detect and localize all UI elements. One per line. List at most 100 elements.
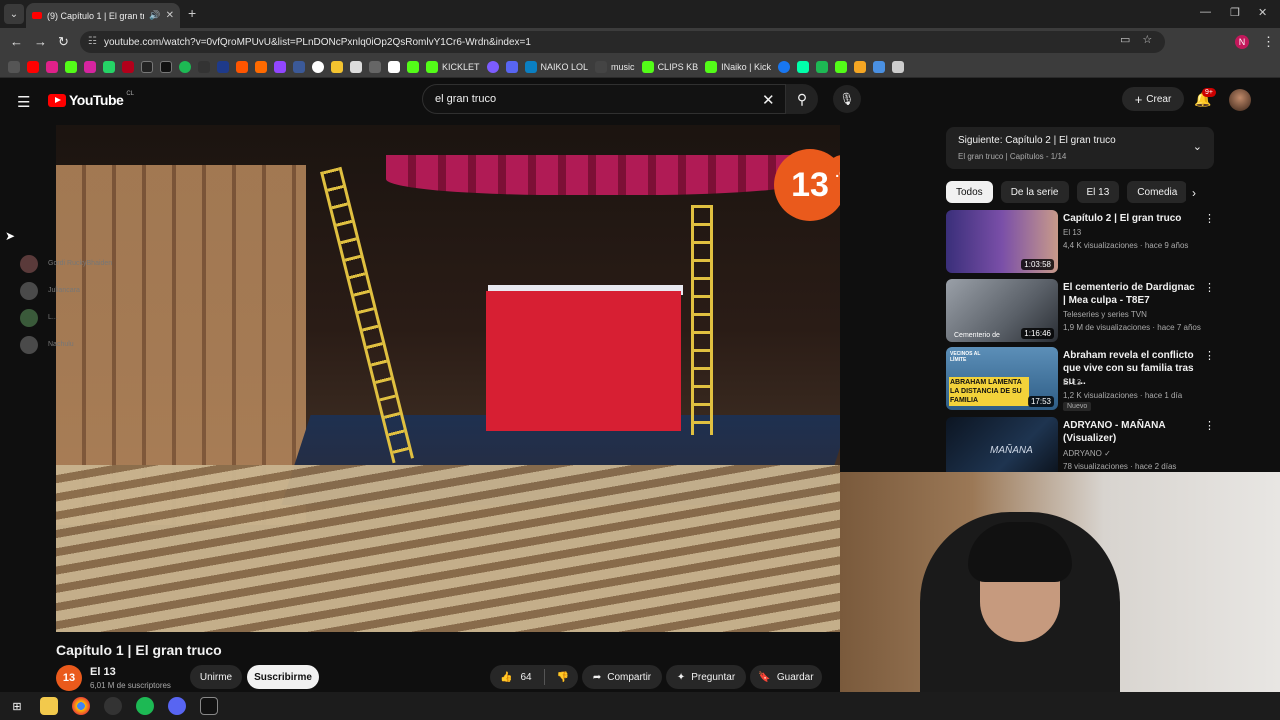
clear-search-icon[interactable]: ✕ — [762, 91, 775, 109]
bookmark-kick-icon[interactable] — [65, 60, 77, 73]
reload-button[interactable]: ↻ — [58, 34, 69, 50]
hamburger-menu-icon[interactable]: ☰ — [17, 93, 30, 111]
join-button[interactable]: Unirme — [190, 665, 242, 689]
more-options-icon[interactable]: ⋮ — [1204, 281, 1215, 294]
app-icon[interactable] — [104, 697, 122, 715]
bookmark-icon[interactable] — [122, 60, 134, 73]
recommendation-item[interactable]: MAÑANA ADRYANO - MAÑANA (Visualizer) ADR… — [946, 417, 1214, 472]
bookmark-inaiko-kick[interactable]: INaiko | Kick — [705, 60, 771, 73]
bookmark-music[interactable]: music — [595, 60, 635, 73]
create-button[interactable]: + Crear — [1122, 87, 1184, 111]
spotify-icon[interactable] — [136, 697, 154, 715]
forward-button[interactable]: → — [34, 34, 47, 49]
like-button[interactable]: 👍 64 — [500, 672, 532, 683]
browser-tab-active[interactable]: (9) Capítulo 1 | El gran truco 🔊 ✕ — [26, 3, 180, 28]
share-button[interactable]: ➦ Compartir — [582, 665, 662, 689]
windows-start-icon[interactable]: ⊞ — [8, 697, 26, 715]
bookmark-youtube-icon[interactable] — [27, 60, 39, 73]
bookmark-spotify-icon[interactable] — [179, 60, 191, 73]
tab-close-icon[interactable]: ✕ — [166, 10, 174, 21]
chip-el-13[interactable]: El 13 — [1076, 181, 1120, 203]
youtube-logo[interactable]: YouTube CL — [48, 91, 134, 108]
bookmark-x-icon[interactable] — [141, 60, 153, 73]
bookmark-naiko-lol[interactable]: NAIKO LOL — [524, 60, 588, 73]
profile-avatar[interactable]: N — [1235, 35, 1249, 49]
more-options-icon[interactable]: ⋮ — [1204, 212, 1215, 225]
recommendation-item[interactable]: VECINOS AL LÍMITE ABRAHAM LAMENTA LA DIS… — [946, 347, 1215, 411]
bookmark-icon[interactable] — [505, 60, 518, 73]
bookmark-clips-kb[interactable]: CLIPS KB — [641, 60, 698, 73]
recommendation-item[interactable]: 1:03:58 Capítulo 2 | El gran truco El 13… — [946, 210, 1215, 274]
bookmark-icon[interactable] — [407, 60, 419, 73]
video-thumbnail[interactable]: MAÑANA — [946, 417, 1058, 472]
address-bar[interactable]: ☷ youtube.com/watch?v=0vfQroMPUvU&list=P… — [80, 31, 1165, 53]
cast-icon[interactable]: ▭ — [1120, 33, 1130, 46]
ask-button[interactable]: ✦ Preguntar — [666, 665, 746, 689]
bookmark-icon[interactable] — [46, 60, 58, 73]
browser-menu-icon[interactable]: ⋮ — [1262, 34, 1275, 50]
search-button[interactable]: ⚲ — [786, 84, 818, 114]
bookmark-whatsapp-icon[interactable] — [103, 60, 115, 73]
back-button[interactable]: ← — [10, 34, 23, 49]
chip-todos[interactable]: Todos — [946, 181, 993, 203]
bookmark-icon[interactable] — [796, 60, 809, 73]
channel-name[interactable]: El 13 — [90, 666, 116, 678]
chip-comedia[interactable]: Comedia — [1127, 181, 1186, 203]
restore-button[interactable]: ❐ — [1230, 6, 1240, 19]
video-thumbnail[interactable]: VECINOS AL LÍMITE ABRAHAM LAMENTA LA DIS… — [946, 347, 1058, 410]
chevron-right-icon[interactable]: › — [1192, 186, 1196, 200]
bookmark-icon[interactable] — [834, 60, 847, 73]
bookmark-icon[interactable] — [388, 60, 400, 73]
bookmark-icon[interactable] — [198, 60, 210, 73]
bookmark-icon[interactable] — [369, 60, 381, 73]
save-button[interactable]: 🔖 Guardar — [750, 665, 822, 689]
search-input[interactable]: el gran truco — [422, 84, 786, 114]
more-options-icon[interactable]: ⋮ — [1204, 419, 1214, 432]
bookmark-icon[interactable] — [293, 60, 305, 73]
bookmark-icon[interactable] — [350, 60, 362, 73]
minimize-button[interactable]: — — [1200, 6, 1211, 18]
video-thumbnail[interactable]: 1:03:58 — [946, 210, 1058, 273]
bookmark-tiktok-icon[interactable] — [160, 60, 172, 73]
bookmark-facebook-icon[interactable] — [777, 60, 790, 73]
bookmark-soundcloud-icon[interactable] — [236, 60, 248, 73]
discord-icon[interactable] — [168, 697, 186, 715]
subscribe-button[interactable]: Suscribirme — [247, 665, 319, 689]
bookmark-icon[interactable] — [255, 60, 267, 73]
webcam-person-hair — [968, 522, 1072, 582]
bookmark-icon[interactable] — [331, 60, 343, 73]
bookmark-icon[interactable] — [891, 60, 904, 73]
video-thumbnail[interactable]: Cementerio de 1:16:46 — [946, 279, 1058, 342]
chrome-icon[interactable] — [72, 697, 90, 715]
chip-de-la-serie[interactable]: De la serie — [1000, 181, 1069, 203]
file-explorer-icon[interactable] — [40, 697, 58, 715]
tab-audio-icon[interactable]: 🔊 — [149, 10, 160, 21]
more-options-icon[interactable]: ⋮ — [1204, 349, 1215, 362]
channel-avatar[interactable]: 13 — [56, 665, 82, 691]
account-avatar[interactable] — [1229, 89, 1251, 111]
tab-search-button[interactable]: ⌄ — [4, 4, 24, 24]
voice-search-button[interactable]: 🎙 — [833, 85, 861, 113]
bookmark-icon[interactable] — [486, 60, 499, 73]
bookmark-instagram-icon[interactable] — [84, 60, 96, 73]
bookmark-icon[interactable] — [312, 60, 324, 73]
bookmark-icon[interactable] — [815, 60, 828, 73]
site-info-icon[interactable]: ☷ — [88, 36, 97, 47]
video-duration: 1:16:46 — [1021, 328, 1054, 339]
playlist-panel[interactable]: Siguiente: Capítulo 2 | El gran truco El… — [946, 127, 1214, 169]
capcut-icon[interactable] — [200, 697, 218, 715]
bookmark-icon[interactable] — [217, 60, 229, 73]
recommendation-item[interactable]: Cementerio de 1:16:46 El cementerio de D… — [946, 279, 1215, 343]
windows-taskbar: ⊞ — [0, 692, 1280, 720]
bookmark-icon[interactable] — [872, 60, 885, 73]
bookmark-kicklet[interactable]: KICKLET — [426, 60, 480, 73]
new-tab-button[interactable]: + — [188, 5, 196, 21]
dislike-button[interactable]: 👎 — [557, 672, 569, 683]
apps-icon[interactable] — [8, 60, 20, 73]
bookmark-icon[interactable] — [853, 60, 866, 73]
close-window-button[interactable]: ✕ — [1258, 6, 1267, 19]
bookmark-star-icon[interactable]: ☆ — [1142, 33, 1152, 46]
chevron-down-icon[interactable]: ⌄ — [1193, 140, 1202, 153]
bookmark-twitch-icon[interactable] — [274, 60, 286, 73]
video-player[interactable]: 13 .cl — [56, 125, 840, 632]
